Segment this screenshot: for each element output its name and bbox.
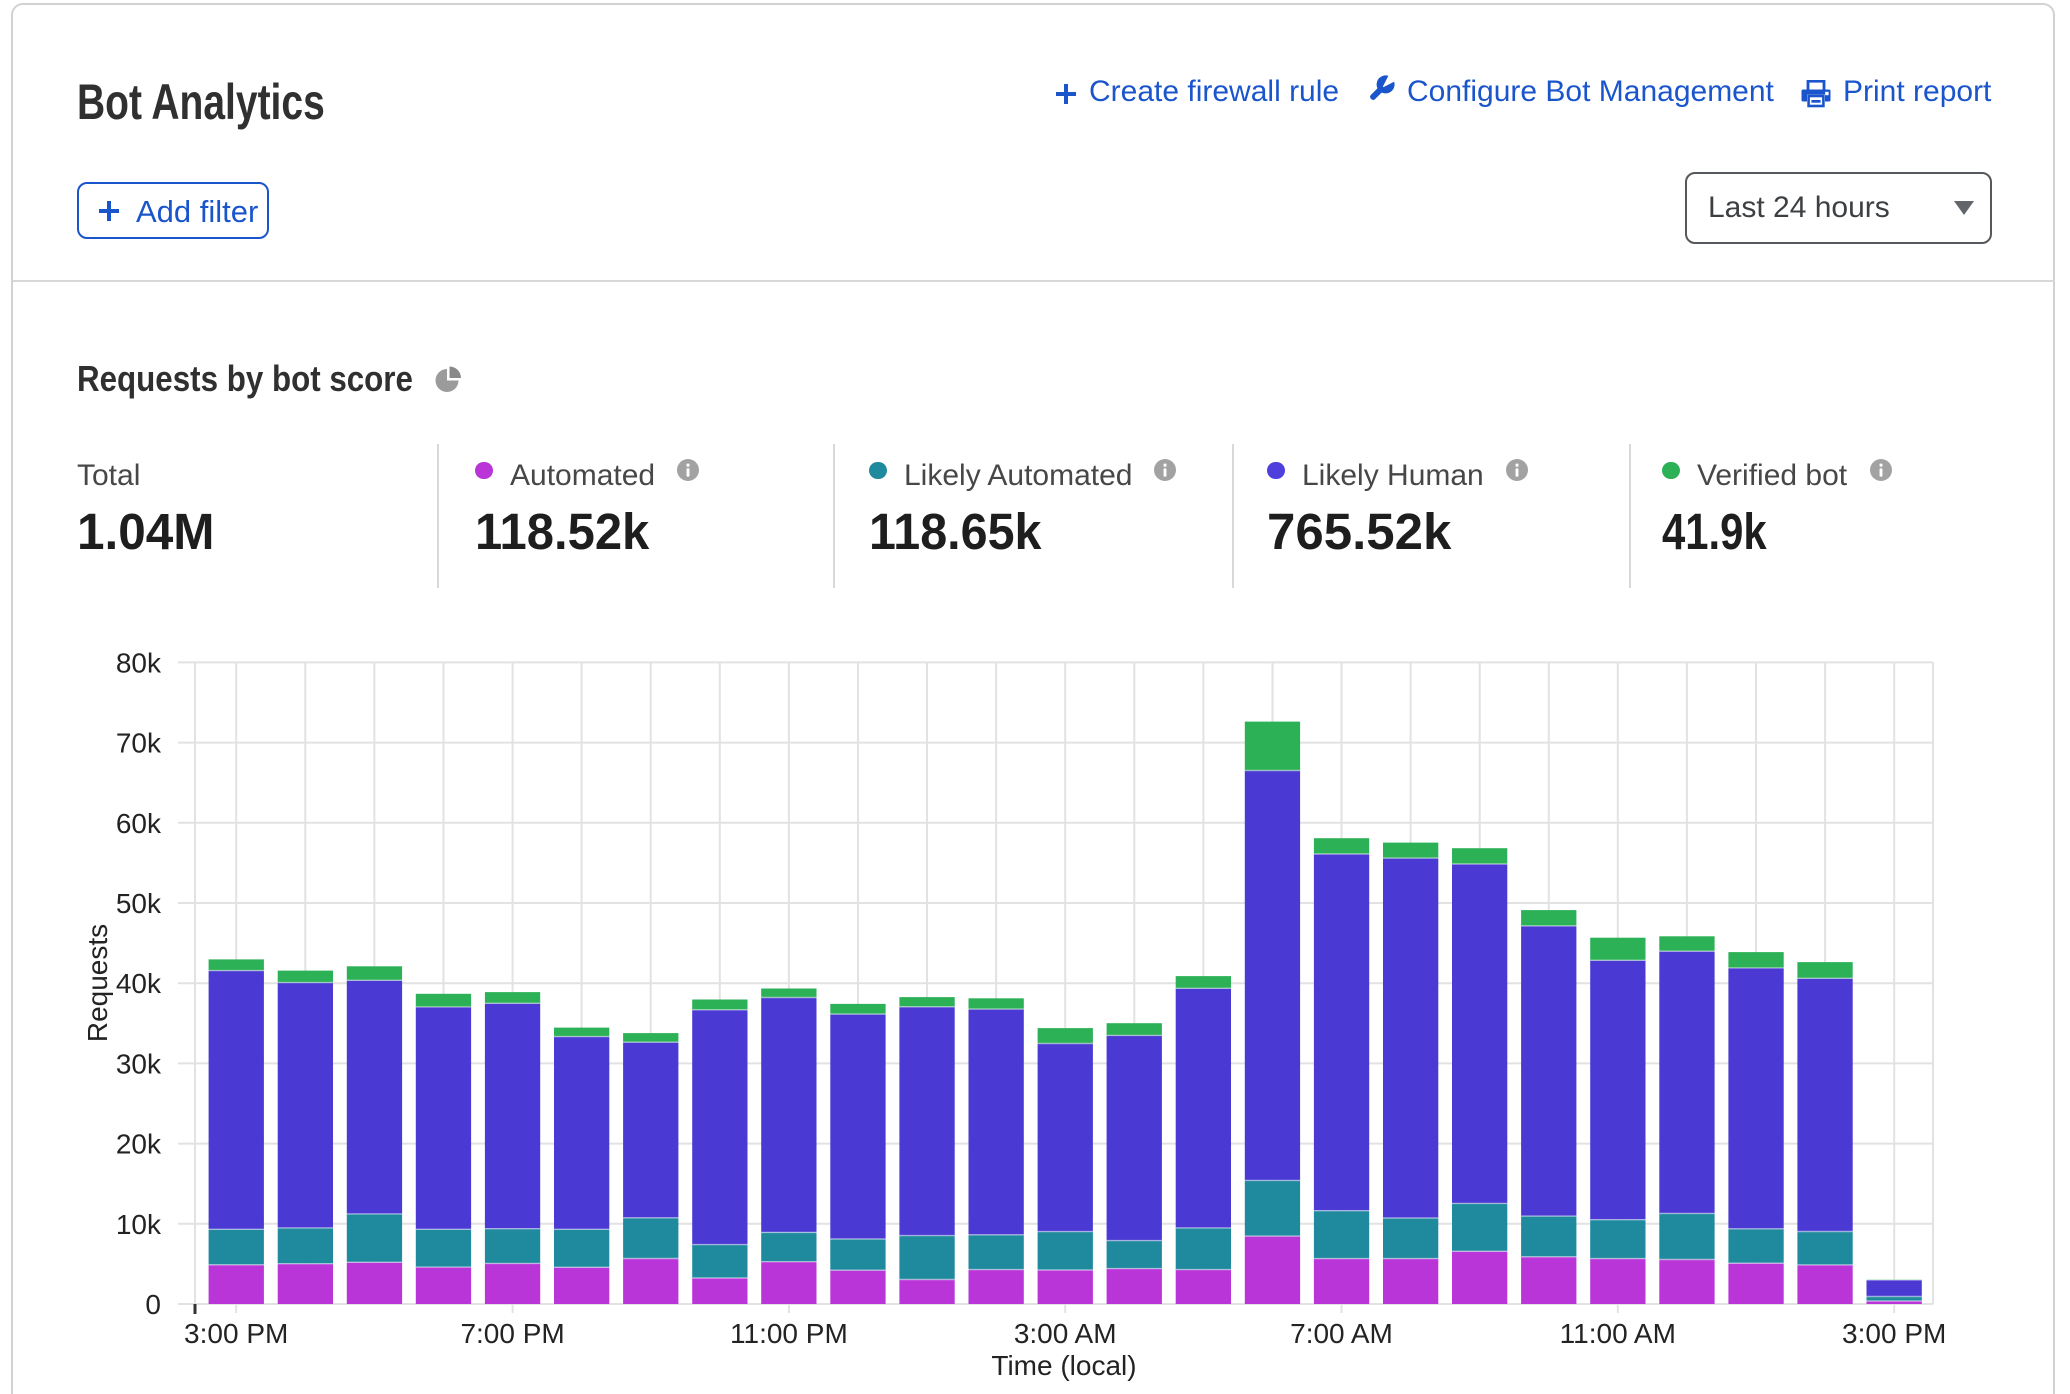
- svg-text:3:00 PM: 3:00 PM: [184, 1318, 288, 1349]
- svg-text:11:00 PM: 11:00 PM: [730, 1318, 848, 1349]
- svg-text:80k: 80k: [116, 647, 162, 678]
- svg-text:10k: 10k: [116, 1209, 162, 1240]
- svg-text:70k: 70k: [116, 728, 162, 759]
- svg-text:20k: 20k: [116, 1129, 162, 1160]
- svg-text:Requests: Requests: [82, 924, 113, 1042]
- svg-text:30k: 30k: [116, 1048, 162, 1079]
- svg-text:60k: 60k: [116, 808, 162, 839]
- svg-text:11:00 AM: 11:00 AM: [1560, 1318, 1676, 1349]
- svg-text:0: 0: [145, 1289, 161, 1320]
- svg-text:3:00 PM: 3:00 PM: [1842, 1318, 1946, 1349]
- svg-text:Time (local): Time (local): [991, 1350, 1136, 1381]
- svg-text:50k: 50k: [116, 888, 162, 919]
- svg-text:40k: 40k: [116, 968, 162, 999]
- svg-text:7:00 PM: 7:00 PM: [460, 1318, 564, 1349]
- svg-text:3:00 AM: 3:00 AM: [1014, 1318, 1117, 1349]
- svg-text:7:00 AM: 7:00 AM: [1290, 1318, 1393, 1349]
